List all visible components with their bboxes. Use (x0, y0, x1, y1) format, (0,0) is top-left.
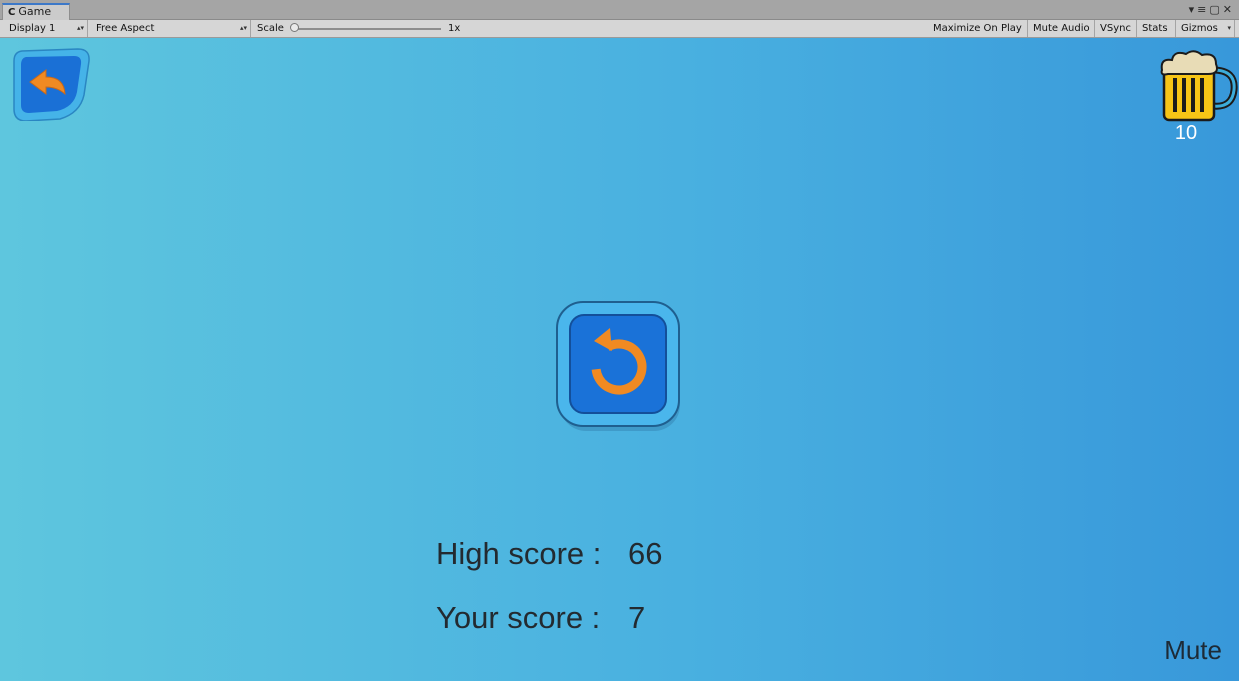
beer-count: 10 (1174, 122, 1198, 144)
aspect-dropdown[interactable]: Free Aspect ▴▾ (91, 20, 251, 37)
dropdown-arrow-icon: ▾ (1227, 24, 1231, 32)
gizmos-dropdown[interactable]: Gizmos ▾ (1176, 20, 1235, 37)
aspect-dropdown-label: Free Aspect (96, 23, 155, 34)
dropdown-arrow-icon: ▴▾ (239, 24, 247, 32)
high-score-row: High score : 66 (436, 536, 662, 572)
unity-icon: C (8, 7, 16, 18)
your-score-label: Your score : (436, 600, 601, 635)
back-button[interactable] (12, 47, 90, 121)
maximize-icon[interactable]: ▢ (1209, 3, 1222, 16)
display-dropdown[interactable]: Display 1 ▴▾ (4, 20, 88, 37)
game-view: 10 High score : 66 Your score : 7 Mute (0, 38, 1239, 681)
dropdown-arrow-icon: ▴▾ (76, 24, 84, 32)
scale-slider-track[interactable] (293, 28, 441, 30)
vsync-toggle[interactable]: VSync (1095, 20, 1137, 37)
restart-button-face (569, 314, 667, 414)
tab-game-label: Game (18, 5, 52, 18)
close-icon[interactable]: ✕ (1223, 3, 1235, 16)
beer-mug-icon (1160, 50, 1238, 122)
mute-button[interactable]: Mute (1164, 635, 1222, 666)
high-score-label: High score : (436, 536, 602, 571)
display-dropdown-label: Display 1 (9, 23, 56, 34)
high-score-value: 66 (628, 536, 663, 571)
window-controls: ▾≡▢✕ (1189, 3, 1235, 16)
gizmos-label: Gizmos (1181, 23, 1218, 34)
tab-game[interactable]: C Game (2, 3, 70, 20)
game-view-toolbar: Display 1 ▴▾ Free Aspect ▴▾ Scale 1x Max… (0, 20, 1239, 38)
restart-button[interactable] (556, 301, 682, 433)
menu-icon[interactable]: ▾≡ (1189, 3, 1210, 16)
mute-audio-toggle[interactable]: Mute Audio (1028, 20, 1095, 37)
scale-label: Scale (257, 23, 284, 34)
your-score-value: 7 (628, 600, 646, 635)
maximize-on-play-toggle[interactable]: Maximize On Play (928, 20, 1028, 37)
scale-value: 1x (448, 23, 461, 34)
stats-toggle[interactable]: Stats (1137, 20, 1176, 37)
editor-tab-bar: C Game ▾≡▢✕ (0, 0, 1239, 20)
your-score-row: Your score : 7 (436, 600, 645, 636)
scale-slider-thumb[interactable] (290, 23, 299, 32)
